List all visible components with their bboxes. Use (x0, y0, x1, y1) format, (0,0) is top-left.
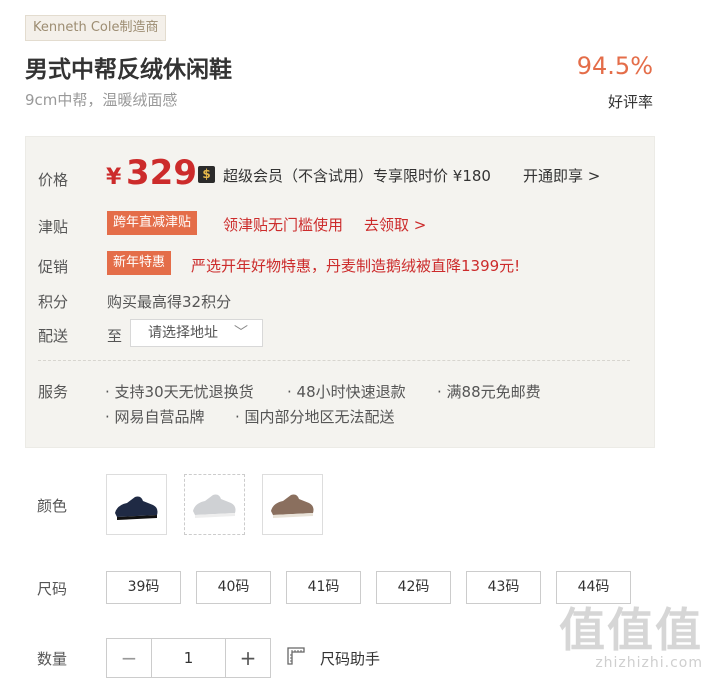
quantity-label: 数量 (37, 650, 68, 668)
points-text: 购买最高得32积分 (107, 293, 232, 311)
size-helper-link[interactable]: 尺码助手 (320, 648, 380, 669)
shoe-white-image (193, 494, 236, 518)
delivery-to: 至 (107, 327, 123, 345)
size-option-44[interactable]: 44码 (556, 571, 631, 604)
divider (38, 360, 630, 361)
product-title: 男式中帮反绒休闲鞋 (25, 57, 232, 83)
watermark-logo: 值值值 (559, 603, 703, 657)
vip-price-text: 超级会员（不含试用）专享限时价 ¥180 (223, 167, 491, 185)
price-label: 价格 (38, 171, 69, 189)
color-option-navy[interactable] (106, 474, 167, 535)
service-item: · 国内部分地区无法配送 (235, 408, 395, 426)
shoe-brown-image (271, 494, 314, 518)
address-select-label: 请选择地址 (148, 325, 218, 341)
service-label: 服务 (38, 383, 69, 401)
color-label: 颜色 (37, 497, 68, 515)
service-item: · 满88元免邮费 (437, 383, 541, 401)
quantity-input[interactable]: 1 (152, 639, 225, 677)
points-label: 积分 (38, 293, 69, 311)
size-option-39[interactable]: 39码 (106, 571, 181, 604)
subsidy-text: 领津贴无门槛使用 (223, 216, 344, 234)
color-option-brown[interactable] (262, 474, 323, 535)
size-option-41[interactable]: 41码 (286, 571, 361, 604)
chevron-down-icon: ﹀ (234, 325, 248, 341)
watermark: 值值值 zhizhizhi.com (559, 605, 703, 671)
subsidy-tag: 跨年直减津贴 (107, 211, 198, 235)
size-option-42[interactable]: 42码 (376, 571, 451, 604)
currency-symbol: ¥ (106, 165, 122, 190)
size-label: 尺码 (37, 580, 68, 598)
color-option-white[interactable] (184, 474, 245, 535)
size-option-40[interactable]: 40码 (196, 571, 271, 604)
service-item: · 48小时快速退款 (287, 383, 406, 401)
ruler-icon[interactable] (286, 646, 306, 666)
subsidy-label: 津贴 (38, 218, 69, 236)
size-option-43[interactable]: 43码 (466, 571, 541, 604)
rating-label: 好评率 (607, 93, 653, 111)
promo-text[interactable]: 严选开年好物特惠，丹麦制造鹅绒被直降1399元! (191, 255, 520, 276)
quantity-stepper: − 1 + (106, 638, 271, 678)
vip-open-link[interactable]: 开通即享 > (523, 165, 600, 186)
brand-tag[interactable]: Kenneth Cole制造商 (25, 15, 167, 41)
vip-icon: $ (198, 166, 215, 183)
decrement-button[interactable]: − (107, 639, 152, 677)
address-select[interactable]: 请选择地址 ﹀ (130, 319, 263, 347)
shoe-navy-image (115, 496, 158, 520)
increment-button[interactable]: + (225, 639, 270, 677)
rating-value: 94.5% (576, 52, 653, 80)
service-item: · 网易自营品牌 (105, 408, 205, 426)
product-subtitle: 9cm中帮，温暖绒面感 (25, 91, 178, 109)
promo-tag: 新年特惠 (107, 251, 172, 275)
promo-label: 促销 (38, 258, 69, 276)
delivery-label: 配送 (38, 327, 69, 345)
subsidy-link[interactable]: 去领取 > (364, 214, 426, 235)
service-item: · 支持30天无忧退换货 (105, 383, 254, 401)
watermark-url: zhizhizhi.com (595, 655, 703, 671)
price-panel: 价格 ¥ 329 $ 超级会员（不含试用）专享限时价 ¥180 开通即享 > 津… (25, 136, 655, 448)
price-value: 329 (126, 153, 197, 193)
